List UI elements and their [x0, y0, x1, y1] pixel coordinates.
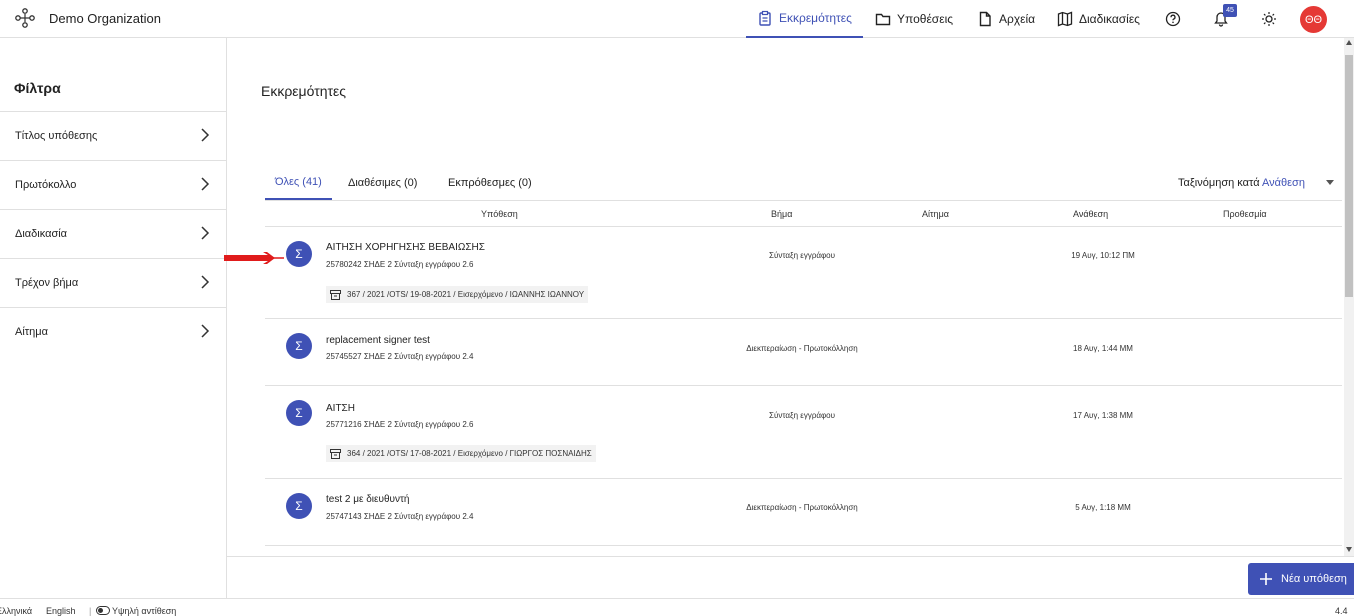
- case-title[interactable]: replacement signer test: [326, 335, 430, 346]
- sort-label: Ταξινόμηση κατά: [1178, 177, 1260, 189]
- notifications-count-badge: 45: [1223, 4, 1237, 17]
- case-assigned-date: 18 Αυγ, 1:44 ΜΜ: [1073, 344, 1133, 353]
- table-row[interactable]: Σ replacement signer test 25745527 ΣΗΔΕ …: [265, 319, 1342, 386]
- scroll-up-arrow-icon[interactable]: [1346, 40, 1352, 45]
- nav-files-label: Αρχεία: [999, 12, 1036, 26]
- archive-icon: [330, 448, 341, 459]
- table-row[interactable]: Σ ΑΙΤΗΣΗ ΧΟΡΗΓΗΣΗΣ ΒΕΒΑΙΩΣΗΣ 25780242 ΣΗ…: [265, 227, 1342, 319]
- case-step: Διεκπεραίωση - Πρωτοκόλληση: [746, 503, 858, 512]
- page-title: Εκκρεμότητες: [261, 83, 347, 99]
- filter-label: Πρωτόκολλο: [15, 179, 77, 191]
- case-avatar: Σ: [286, 241, 312, 267]
- sun-icon: [1262, 12, 1276, 26]
- filters-sidebar: Φίλτρα Τίτλος υπόθεσης Πρωτόκολλο Διαδικ…: [0, 38, 227, 598]
- nav-files[interactable]: Αρχεία: [977, 0, 1035, 38]
- protocol-chip[interactable]: 367 / 2021 /OTS/ 19-08-2021 / Εισερχόμεν…: [326, 286, 589, 303]
- filter-label: Τρέχον βήμα: [15, 277, 79, 289]
- app-version: 4.4: [1335, 606, 1348, 616]
- filter-label: Τίτλος υπόθεσης: [15, 130, 98, 142]
- nav-processes[interactable]: Διαδικασίες: [1057, 0, 1140, 38]
- tab-overdue[interactable]: Εκπρόθεσμες (0): [438, 166, 542, 200]
- case-title[interactable]: ΑΙΤΣΗ: [326, 403, 355, 414]
- footer: Ελληνικά English | Υψηλή αντίθεση 4.4: [0, 598, 1354, 616]
- table-row[interactable]: Σ ΑΙΤΣΗ 25771216 ΣΗΔΕ 2 Σύνταξη εγγράφου…: [265, 386, 1342, 479]
- chevron-right-icon: [201, 275, 210, 289]
- column-header-case[interactable]: Υπόθεση: [481, 209, 518, 219]
- help-icon: [1165, 11, 1181, 27]
- chevron-right-icon: [201, 324, 210, 338]
- case-step: Σύνταξη εγγράφου: [769, 251, 835, 260]
- filter-request[interactable]: Αίτημα: [0, 307, 226, 356]
- new-case-button[interactable]: Νέα υπόθεση: [1248, 563, 1354, 595]
- tab-all[interactable]: Όλες (41): [265, 166, 332, 200]
- high-contrast-label[interactable]: Υψηλή αντίθεση: [112, 606, 176, 616]
- language-greek-link[interactable]: Ελληνικά: [0, 606, 32, 616]
- file-icon: [979, 11, 991, 27]
- main-bottom-divider: [227, 556, 1354, 557]
- scroll-down-arrow-icon[interactable]: [1346, 547, 1352, 552]
- column-header-step[interactable]: Βήμα: [771, 209, 792, 219]
- caret-down-icon[interactable]: [1326, 180, 1334, 185]
- column-header-deadline[interactable]: Προθεσμία: [1223, 209, 1267, 219]
- case-step: Σύνταξη εγγράφου: [769, 411, 835, 420]
- user-avatar[interactable]: ΘΘ: [1300, 6, 1327, 33]
- case-avatar: Σ: [286, 333, 312, 359]
- filters-title: Φίλτρα: [14, 80, 61, 96]
- case-step: Διεκπεραίωση - Πρωτοκόλληση: [746, 344, 858, 353]
- sort-value: Ανάθεση: [1262, 177, 1305, 189]
- filter-label: Αίτημα: [15, 326, 48, 338]
- top-bar: Demo Organization Εκκρεμότητες Υποθέσεις…: [0, 0, 1354, 38]
- column-header-request[interactable]: Αίτημα: [922, 209, 949, 219]
- case-assigned-date: 17 Αυγ, 1:38 ΜΜ: [1073, 411, 1133, 420]
- folder-icon: [875, 13, 891, 26]
- case-title[interactable]: ΑΙΤΗΣΗ ΧΟΡΗΓΗΣΗΣ ΒΕΒΑΙΩΣΗΣ: [326, 242, 485, 253]
- organization-name: Demo Organization: [49, 11, 161, 26]
- protocol-text: 364 / 2021 /OTS/ 17-08-2021 / Εισερχόμεν…: [347, 449, 592, 458]
- case-subtitle: 25780242 ΣΗΔΕ 2 Σύνταξη εγγράφου 2.6: [326, 260, 474, 269]
- clipboard-icon: [759, 10, 771, 26]
- contrast-toggle-icon[interactable]: [96, 606, 110, 615]
- filter-process[interactable]: Διαδικασία: [0, 209, 226, 258]
- case-avatar: Σ: [286, 400, 312, 426]
- chevron-right-icon: [201, 226, 210, 240]
- nav-pending-tasks-label: Εκκρεμότητες: [779, 11, 852, 25]
- tabs-divider: [265, 200, 1342, 201]
- case-assigned-date: 5 Αυγ, 1:18 ΜΜ: [1075, 503, 1131, 512]
- help-button[interactable]: [1163, 9, 1183, 29]
- filter-label: Διαδικασία: [15, 228, 68, 240]
- sort-control[interactable]: Ταξινόμηση κατά Ανάθεση: [1178, 177, 1305, 189]
- filter-protocol[interactable]: Πρωτόκολλο: [0, 160, 226, 209]
- case-subtitle: 25745527 ΣΗΔΕ 2 Σύνταξη εγγράφου 2.4: [326, 352, 474, 361]
- tab-available[interactable]: Διαθέσιμες (0): [338, 166, 427, 200]
- case-subtitle: 25747143 ΣΗΔΕ 2 Σύνταξη εγγράφου 2.4: [326, 512, 474, 521]
- chevron-right-icon: [201, 128, 210, 142]
- plus-icon: [1260, 573, 1272, 585]
- footer-separator: |: [89, 606, 92, 616]
- red-arrow-annotation-icon: [224, 252, 284, 264]
- nav-cases-label: Υποθέσεις: [897, 12, 954, 26]
- nav-processes-label: Διαδικασίες: [1079, 12, 1140, 26]
- new-case-label: Νέα υπόθεση: [1281, 573, 1347, 585]
- organization-logo-icon[interactable]: [14, 6, 36, 30]
- map-icon: [1057, 11, 1073, 27]
- case-assigned-date: 19 Αυγ, 10:12 ΠΜ: [1071, 251, 1135, 260]
- protocol-text: 367 / 2021 /OTS/ 19-08-2021 / Εισερχόμεν…: [347, 290, 585, 299]
- filter-case-title[interactable]: Τίτλος υπόθεσης: [0, 111, 226, 160]
- case-title[interactable]: test 2 με διευθυντή: [326, 494, 410, 505]
- case-avatar: Σ: [286, 493, 312, 519]
- language-english-link[interactable]: English: [46, 606, 76, 616]
- nav-pending-tasks[interactable]: Εκκρεμότητες: [746, 0, 863, 38]
- archive-icon: [330, 289, 341, 300]
- theme-toggle-button[interactable]: [1259, 9, 1279, 29]
- filter-current-step[interactable]: Τρέχον βήμα: [0, 258, 226, 307]
- nav-cases[interactable]: Υποθέσεις: [875, 0, 953, 38]
- table-row[interactable]: Σ test 2 με διευθυντή 25747143 ΣΗΔΕ 2 Σύ…: [265, 479, 1342, 546]
- column-header-assignment[interactable]: Ανάθεση: [1073, 209, 1108, 219]
- case-subtitle: 25771216 ΣΗΔΕ 2 Σύνταξη εγγράφου 2.6: [326, 420, 474, 429]
- scrollbar-thumb[interactable]: [1345, 55, 1353, 297]
- protocol-chip[interactable]: 364 / 2021 /OTS/ 17-08-2021 / Εισερχόμεν…: [326, 445, 596, 462]
- chevron-right-icon: [201, 177, 210, 191]
